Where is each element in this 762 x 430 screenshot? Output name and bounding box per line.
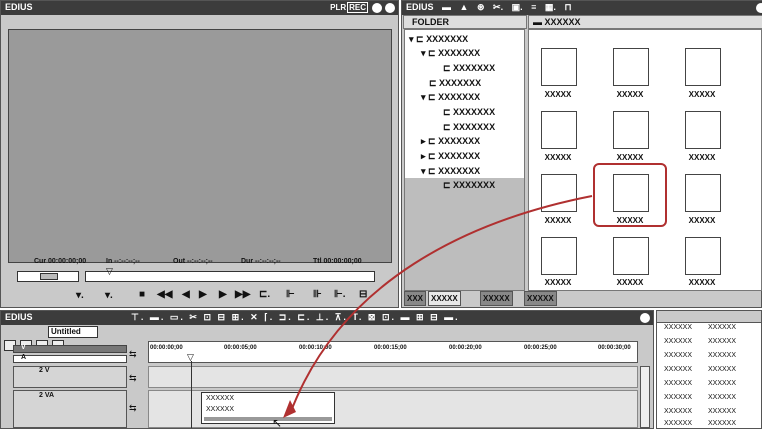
mouse-cursor-icon: ↖ [272, 416, 283, 430]
drag-arrow [283, 195, 593, 418]
